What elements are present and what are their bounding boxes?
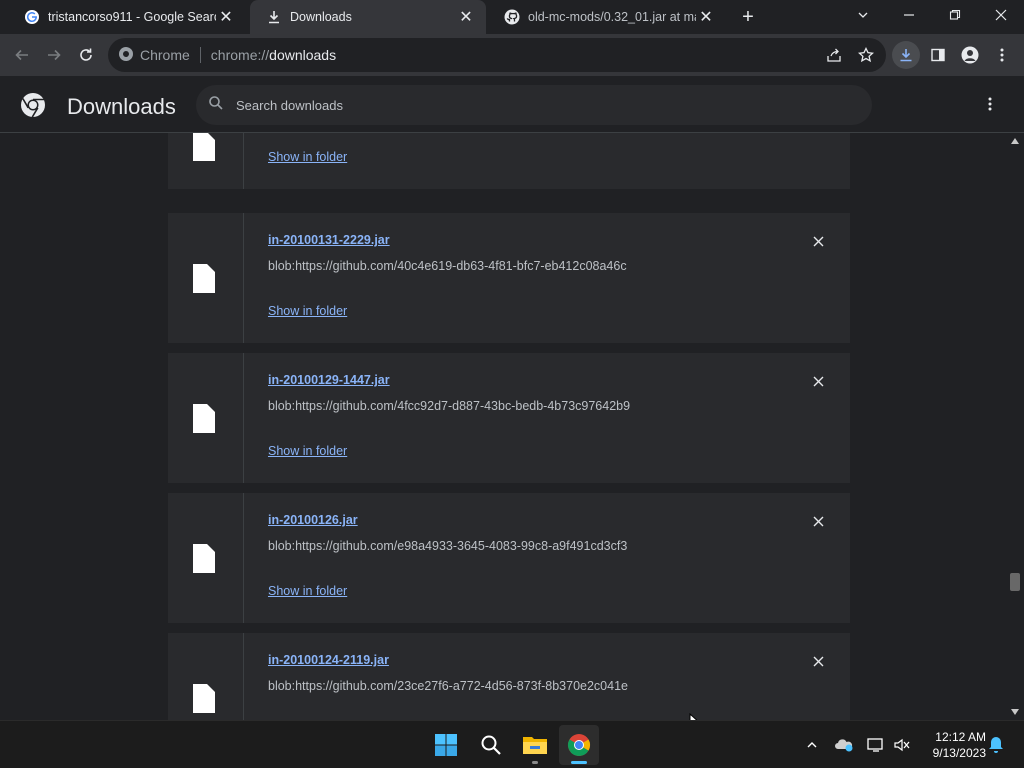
file-icon bbox=[193, 264, 215, 293]
url-scheme: chrome:// bbox=[210, 47, 270, 63]
close-window-button[interactable] bbox=[978, 0, 1024, 30]
file-icon bbox=[193, 133, 215, 161]
clock-date: 9/13/2023 bbox=[932, 746, 986, 760]
search-input[interactable] bbox=[236, 97, 836, 113]
windows-taskbar: 12:12 AM 9/13/2023 bbox=[0, 720, 1024, 768]
download-item: in-20100124-2119.jar blob:https://github… bbox=[168, 633, 850, 720]
github-icon bbox=[504, 9, 520, 25]
profile-avatar-icon[interactable] bbox=[956, 41, 984, 69]
back-button[interactable] bbox=[8, 41, 36, 69]
share-icon[interactable] bbox=[820, 41, 848, 69]
tab-title: Downloads bbox=[290, 10, 352, 24]
file-source-url: blob:https://github.com/4fcc92d7-d887-43… bbox=[268, 399, 631, 413]
url-host: downloads bbox=[269, 47, 337, 63]
file-name-link[interactable]: in-20100129-1447.jar bbox=[268, 373, 390, 387]
file-icon-column bbox=[168, 133, 244, 189]
remove-from-list-icon[interactable] bbox=[808, 651, 828, 671]
download-icon bbox=[266, 9, 282, 25]
download-item: in-20100131-2229.jar blob:https://github… bbox=[168, 213, 850, 343]
minimize-button[interactable] bbox=[886, 0, 932, 30]
file-explorer-button[interactable] bbox=[515, 725, 555, 765]
search-icon bbox=[208, 95, 224, 116]
scroll-up-arrow-icon[interactable] bbox=[1011, 138, 1019, 144]
file-source-url: blob:https://github.com/40c4e619-db63-4f… bbox=[268, 259, 627, 273]
tab-title: tristancorso911 - Google Search bbox=[48, 10, 216, 24]
active-indicator bbox=[571, 761, 587, 764]
menu-kebab-icon[interactable] bbox=[988, 41, 1016, 69]
file-icon bbox=[193, 404, 215, 433]
notification-bell-icon[interactable] bbox=[984, 733, 1008, 757]
onedrive-cloud-icon[interactable] bbox=[832, 733, 856, 757]
scroll-down-arrow-icon[interactable] bbox=[1011, 709, 1019, 715]
close-tab-icon[interactable]: ✕ bbox=[456, 7, 476, 27]
system-clock[interactable]: 12:12 AM 9/13/2023 bbox=[920, 729, 986, 761]
tab-downloads[interactable]: Downloads ✕ bbox=[250, 0, 486, 34]
show-in-folder-link[interactable]: Show in folder bbox=[268, 444, 347, 458]
clock-time: 12:12 AM bbox=[935, 730, 986, 744]
file-source-url: blob:https://github.com/e98a4933-3645-40… bbox=[268, 539, 628, 553]
close-tab-icon[interactable]: ✕ bbox=[216, 7, 236, 27]
chrome-icon bbox=[568, 734, 590, 756]
scrollbar-thumb[interactable] bbox=[1010, 573, 1020, 591]
show-in-folder-link[interactable]: Show in folder bbox=[268, 304, 347, 318]
tab-search-chevron-icon[interactable] bbox=[840, 0, 886, 30]
remove-from-list-icon[interactable] bbox=[808, 231, 828, 251]
page-title: Downloads bbox=[67, 94, 176, 119]
forward-button[interactable] bbox=[40, 41, 68, 69]
bookmark-star-icon[interactable] bbox=[852, 41, 880, 69]
folder-icon bbox=[523, 737, 547, 754]
address-bar[interactable]: Chrome chrome:// downloads bbox=[108, 38, 886, 72]
download-item: in-20100129-1447.jar blob:https://github… bbox=[168, 353, 850, 483]
file-icon bbox=[193, 544, 215, 573]
chrome-taskbar-button[interactable] bbox=[559, 725, 599, 765]
file-icon-column bbox=[168, 213, 244, 343]
divider bbox=[199, 47, 201, 63]
show-hidden-icons-chevron-icon[interactable] bbox=[800, 733, 824, 757]
start-button[interactable] bbox=[426, 725, 466, 765]
downloads-header: Downloads bbox=[0, 76, 1024, 133]
page-scrollbar[interactable] bbox=[1006, 133, 1024, 720]
more-actions-icon[interactable] bbox=[978, 92, 1002, 116]
search-downloads-bar[interactable] bbox=[196, 85, 872, 125]
show-in-folder-link[interactable]: Show in folder bbox=[268, 150, 347, 164]
file-icon-column bbox=[168, 633, 244, 720]
tab-title: old-mc-mods/0.32_01.jar at main bbox=[528, 10, 696, 24]
chrome-icon bbox=[118, 46, 134, 65]
browser-toolbar: Chrome chrome:// downloads bbox=[0, 34, 1024, 76]
file-icon-column bbox=[168, 493, 244, 623]
chrome-logo-icon bbox=[20, 92, 46, 123]
mouse-cursor-icon bbox=[689, 713, 698, 720]
tab-strip: tristancorso911 - Google Search ✕ Downlo… bbox=[0, 0, 1024, 34]
volume-muted-icon[interactable] bbox=[890, 733, 914, 757]
taskbar-search-button[interactable] bbox=[471, 725, 511, 765]
google-icon bbox=[24, 9, 40, 25]
file-source-url: blob:https://github.com/23ce27f6-a772-4d… bbox=[268, 679, 628, 693]
file-icon-column bbox=[168, 353, 244, 483]
new-tab-button[interactable]: + bbox=[736, 5, 760, 29]
download-item: Show in folder bbox=[168, 133, 850, 189]
search-icon bbox=[481, 735, 501, 755]
downloads-list: Show in folder in-20100131-2229.jar blob… bbox=[0, 133, 1006, 720]
site-chip: Chrome bbox=[140, 47, 190, 63]
network-display-icon[interactable] bbox=[864, 733, 888, 757]
show-in-folder-link[interactable]: Show in folder bbox=[268, 584, 347, 598]
downloads-toolbar-icon[interactable] bbox=[892, 41, 920, 69]
download-item: in-20100126.jar blob:https://github.com/… bbox=[168, 493, 850, 623]
reload-button[interactable] bbox=[72, 41, 100, 69]
file-name-link[interactable]: in-20100131-2229.jar bbox=[268, 233, 390, 247]
tab-google-search[interactable]: tristancorso911 - Google Search ✕ bbox=[8, 0, 246, 34]
windows-logo-icon bbox=[435, 734, 457, 756]
file-name-link[interactable]: in-20100124-2119.jar bbox=[268, 653, 389, 667]
running-indicator bbox=[532, 761, 538, 764]
file-name-link[interactable]: in-20100126.jar bbox=[268, 513, 358, 527]
side-panel-icon[interactable] bbox=[924, 41, 952, 69]
remove-from-list-icon[interactable] bbox=[808, 371, 828, 391]
tab-github[interactable]: old-mc-mods/0.32_01.jar at main ✕ bbox=[488, 0, 726, 34]
restore-button[interactable] bbox=[932, 0, 978, 30]
file-icon bbox=[193, 684, 215, 713]
close-tab-icon[interactable]: ✕ bbox=[696, 7, 716, 27]
remove-from-list-icon[interactable] bbox=[808, 511, 828, 531]
